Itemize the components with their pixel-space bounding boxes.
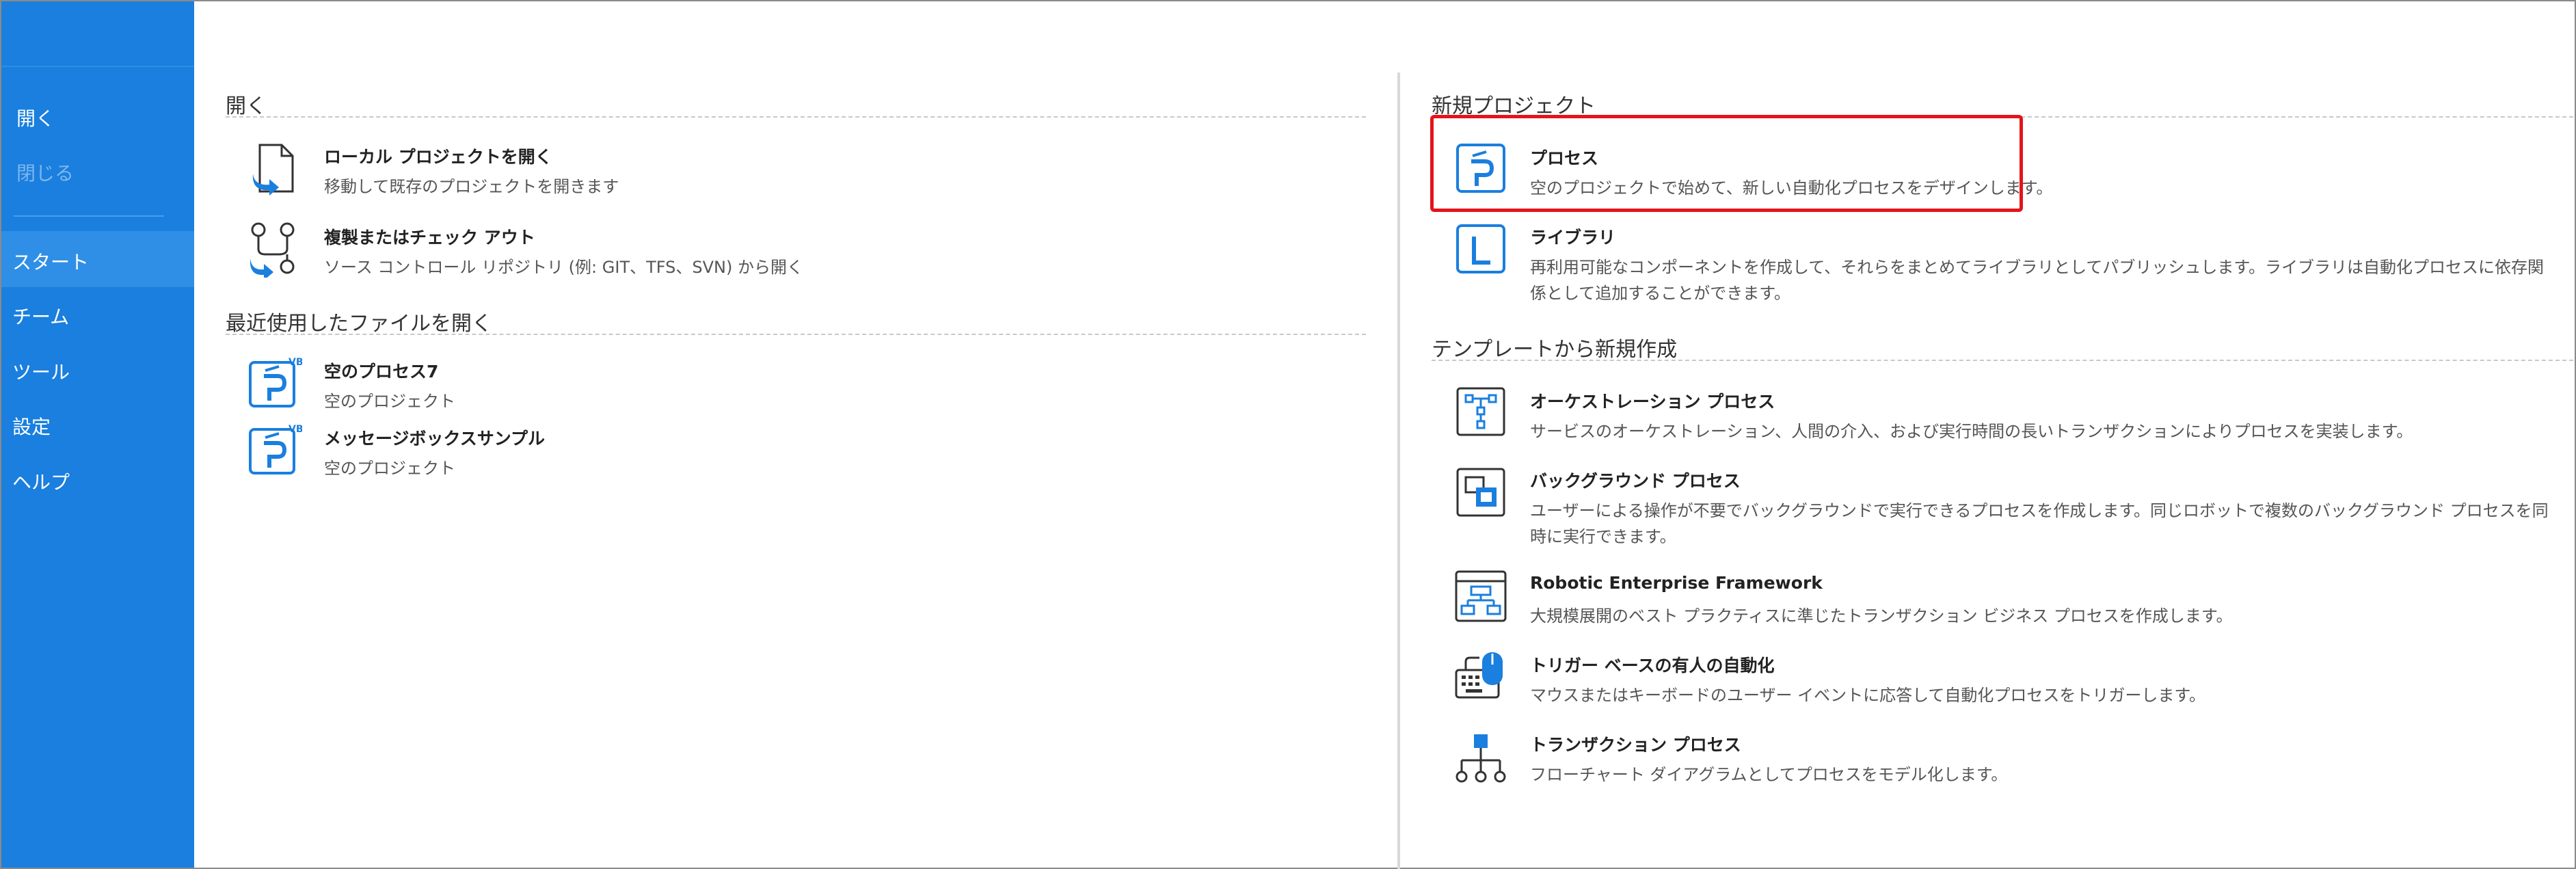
sidebar-top-divider [1, 66, 194, 67]
sidebar-item-start[interactable]: スタート [12, 248, 89, 275]
template-ref-desc: 大規模展開のベスト プラクティスに準じたトランザクション ビジネス プロセスを作… [1530, 606, 2233, 626]
sidebar-item-close[interactable]: 閉じる [16, 159, 74, 186]
template-ref-title: Robotic Enterprise Framework [1530, 573, 1823, 593]
process-icon [1456, 144, 1505, 193]
sidebar-item-team[interactable]: チーム [12, 302, 69, 330]
recent-file-title: メッセージボックスサンプル [324, 429, 546, 449]
transaction-icon [1455, 734, 1506, 783]
column-divider [1397, 72, 1400, 869]
template-trigger-title: トリガー ベースの有人の自動化 [1530, 656, 1775, 676]
sidebar-item-settings[interactable]: 設定 [12, 412, 51, 440]
orchestration-icon [1456, 387, 1505, 436]
template-background-title: バックグラウンド プロセス [1530, 471, 1741, 491]
open-section-rule [226, 116, 1366, 118]
branch-icon [250, 222, 295, 278]
new-library-title: ライブラリ [1530, 228, 1616, 248]
sidebar-divider [14, 215, 164, 217]
recent-file-desc: 空のプロジェクト [324, 392, 455, 411]
recent-section-title: 最近使用したファイルを開く [226, 312, 492, 336]
template-transaction-title: トランザクション プロセス [1530, 735, 1741, 755]
new-process-title: プロセス [1530, 148, 1599, 168]
clone-checkout-title: 複製またはチェック アウト [324, 228, 535, 248]
template-background-desc: ユーザーによる操作が不要でバックグラウンドで実行できるプロセスを作成します。同じ… [1530, 501, 2549, 546]
new-process-desc: 空のプロジェクトで始めて、新しい自動化プロセスをデザインします。 [1530, 178, 2053, 198]
open-file-icon [252, 144, 294, 196]
background-process-icon [1456, 468, 1505, 517]
clone-checkout-desc: ソース コントロール リポジトリ (例: GIT、TFS、SVN) から開く [324, 258, 803, 277]
sidebar-item-help[interactable]: ヘルプ [12, 468, 70, 495]
new-library-desc: 再利用可能なコンポーネントを作成して、それらをまとめてライブラリとしてパブリッシ… [1530, 258, 2544, 303]
recent-file-desc: 空のプロジェクト [324, 459, 455, 478]
open-local-project-desc: 移動して既存のプロジェクトを開きます [324, 177, 619, 196]
template-orchestration-desc: サービスのオーケストレーション、人間の介入、および実行時間の長いトランザクション… [1530, 422, 2413, 441]
templates-section-title: テンプレートから新規作成 [1432, 338, 1678, 362]
template-transaction-desc: フローチャート ダイアグラムとしてプロセスをモデル化します。 [1530, 765, 2008, 784]
template-orchestration-title: オーケストレーション プロセス [1530, 392, 1775, 412]
svg-text:VB: VB [289, 357, 302, 368]
sidebar-item-open[interactable]: 開く [16, 104, 55, 131]
svg-text:VB: VB [289, 424, 302, 435]
template-trigger-desc: マウスまたはキーボードのユーザー イベントに応答して自動化プロセスをトリガーしま… [1530, 686, 2206, 705]
trigger-icon [1455, 652, 1503, 699]
open-section-title: 開く [226, 94, 267, 118]
library-icon [1456, 224, 1505, 273]
recent-section-rule [226, 334, 1366, 335]
process-vb-icon: VB [249, 424, 302, 474]
framework-icon [1455, 570, 1507, 622]
sidebar: 開く 閉じる スタート チーム ツール 設定 ヘルプ [1, 1, 194, 868]
recent-file-title: 空のプロセス7 [324, 362, 439, 382]
open-local-project-title: ローカル プロジェクトを開く [324, 147, 552, 167]
sidebar-item-tools[interactable]: ツール [12, 358, 70, 385]
templates-section-rule [1432, 360, 2573, 361]
process-vb-icon: VB [249, 357, 302, 407]
